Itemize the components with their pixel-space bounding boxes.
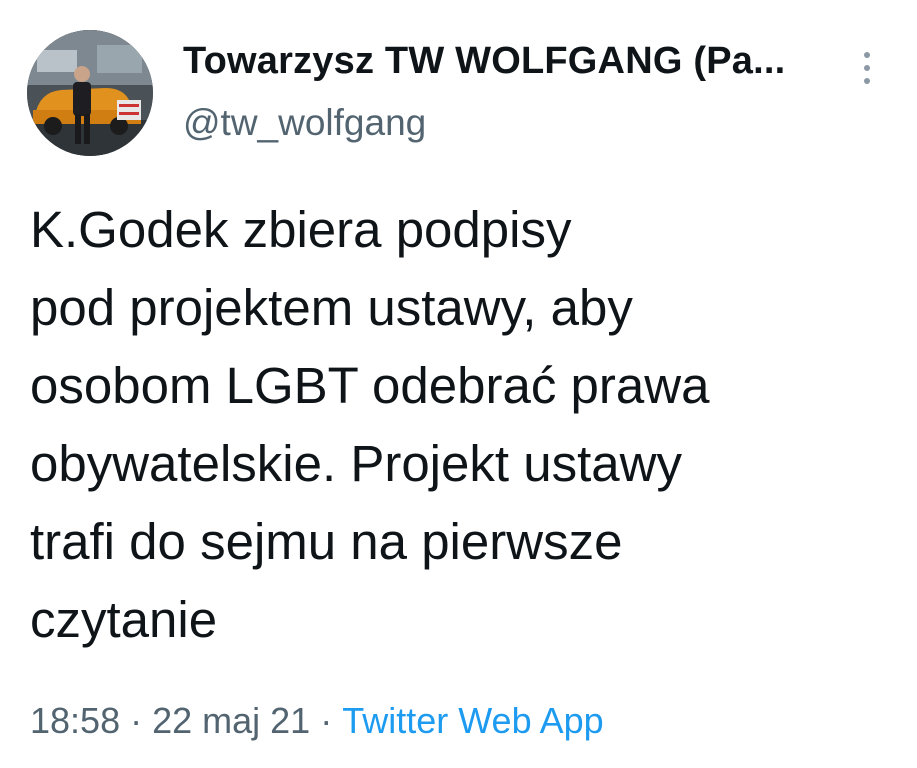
tweet-source-link[interactable]: Twitter Web App: [342, 700, 603, 741]
avatar[interactable]: [27, 30, 153, 156]
tweet-text-line: trafi do sejmu na pierwsze: [30, 513, 623, 570]
more-dot: [864, 78, 870, 84]
tweet-text-line: osobom LGBT odebrać prawa: [30, 357, 710, 414]
tweet-time[interactable]: 18:58: [30, 700, 120, 741]
avatar-photo: [27, 30, 153, 156]
meta-separator: ·: [320, 700, 333, 741]
tweet-metadata: 18:58 · 22 maj 21 · Twitter Web App: [30, 700, 604, 742]
meta-separator: ·: [130, 700, 143, 741]
more-vertical-icon[interactable]: [855, 50, 879, 86]
more-dot: [864, 52, 870, 58]
tweet-date[interactable]: 22 maj 21: [152, 700, 310, 741]
tweet-text-line: K.Godek zbiera podpisy: [30, 201, 572, 258]
tweet-text-line: obywatelskie. Projekt ustawy: [30, 435, 682, 492]
tweet-text-line: czytanie: [30, 591, 218, 648]
tweet-text-line: pod projektem ustawy, aby: [30, 279, 633, 336]
author-handle[interactable]: @tw_wolfgang: [183, 102, 426, 144]
author-display-name[interactable]: Towarzysz TW WOLFGANG (Pa...: [183, 40, 785, 83]
more-dot: [864, 65, 870, 71]
tweet-card: Towarzysz TW WOLFGANG (Pa... @tw_wolfgan…: [0, 0, 917, 768]
tweet-text: K.Godek zbiera podpisy pod projektem ust…: [30, 191, 890, 659]
